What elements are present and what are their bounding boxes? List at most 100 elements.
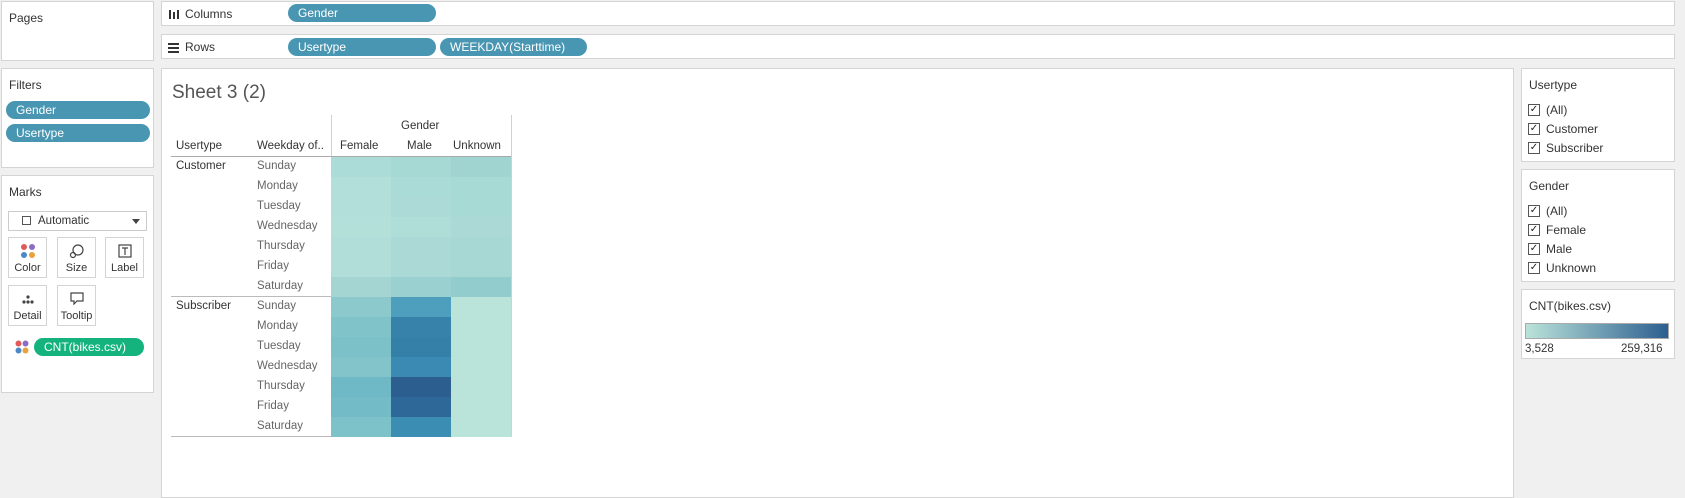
tooltip-button[interactable]: Tooltip bbox=[57, 285, 96, 326]
heatmap-cell[interactable] bbox=[331, 217, 391, 237]
heatmap-cell[interactable] bbox=[391, 197, 451, 217]
col-header-male: Male bbox=[407, 140, 432, 152]
heatmap-cell[interactable] bbox=[331, 197, 391, 217]
filter-pill-usertype[interactable]: Usertype bbox=[6, 124, 150, 142]
weekday-label: Friday bbox=[257, 400, 289, 412]
group-label-customer: Customer bbox=[176, 160, 226, 172]
heatmap-cell[interactable] bbox=[331, 377, 391, 397]
heatmap-cell[interactable] bbox=[451, 237, 511, 257]
weekday-label: Sunday bbox=[257, 160, 297, 172]
usertype-option-subscriber[interactable]: ✓ Subscriber bbox=[1528, 141, 1603, 155]
legend-min-label: 3,528 bbox=[1525, 343, 1554, 355]
columns-pill-gender[interactable]: Gender bbox=[288, 4, 436, 22]
filter-pill-gender[interactable]: Gender bbox=[6, 101, 150, 119]
weekday-header: Weekday of.. bbox=[257, 140, 324, 152]
heatmap-cell[interactable] bbox=[331, 277, 391, 297]
usertype-option-customer[interactable]: ✓ Customer bbox=[1528, 122, 1598, 136]
detail-button[interactable]: Detail bbox=[8, 285, 47, 326]
weekday-label: Sunday bbox=[257, 300, 297, 312]
label-icon bbox=[117, 244, 132, 258]
heatmap-cell[interactable] bbox=[451, 157, 511, 177]
gender-filter-title: Gender bbox=[1529, 179, 1570, 193]
color-legend-ramp[interactable] bbox=[1525, 323, 1669, 339]
marks-title: Marks bbox=[9, 185, 42, 199]
heatmap-cell[interactable] bbox=[391, 237, 451, 257]
heatmap-cell[interactable] bbox=[331, 397, 391, 417]
heatmap-cell[interactable] bbox=[331, 417, 391, 437]
size-button[interactable]: Size bbox=[57, 237, 96, 278]
heatmap-cell[interactable] bbox=[451, 377, 511, 397]
gender-option-female[interactable]: ✓ Female bbox=[1528, 223, 1586, 237]
color-icon bbox=[20, 244, 35, 258]
marks-field-pill[interactable]: CNT(bikes.csv) bbox=[34, 338, 144, 356]
heatmap-cell[interactable] bbox=[331, 177, 391, 197]
heatmap-cell[interactable] bbox=[451, 297, 511, 317]
heatmap-cell[interactable] bbox=[451, 217, 511, 237]
heatmap-cell[interactable] bbox=[391, 177, 451, 197]
heatmap-cell[interactable] bbox=[331, 237, 391, 257]
checkbox-checked-icon: ✓ bbox=[1528, 224, 1540, 236]
checkbox-checked-icon: ✓ bbox=[1528, 142, 1540, 154]
label-button[interactable]: Label bbox=[105, 237, 144, 278]
heatmap-cell[interactable] bbox=[391, 417, 451, 437]
heatmap-cell[interactable] bbox=[331, 317, 391, 337]
pages-panel[interactable]: Pages bbox=[1, 1, 154, 61]
heatmap-cell[interactable] bbox=[391, 397, 451, 417]
sheet-title: Sheet 3 (2) bbox=[172, 82, 266, 103]
heatmap-cell[interactable] bbox=[451, 197, 511, 217]
rows-pill-weekday[interactable]: WEEKDAY(Starttime) bbox=[440, 38, 587, 56]
heatmap-cell[interactable] bbox=[391, 297, 451, 317]
gender-group-header: Gender bbox=[401, 120, 440, 132]
weekday-label: Monday bbox=[257, 320, 298, 332]
checkbox-checked-icon: ✓ bbox=[1528, 243, 1540, 255]
heatmap-cell[interactable] bbox=[451, 417, 511, 437]
gender-option-unknown[interactable]: ✓ Unknown bbox=[1528, 261, 1596, 275]
group-label-subscriber: Subscriber bbox=[176, 300, 231, 312]
heatmap-cell[interactable] bbox=[391, 157, 451, 177]
heatmap-cell[interactable] bbox=[331, 357, 391, 377]
heatmap-cell[interactable] bbox=[331, 257, 391, 277]
heatmap-cell[interactable] bbox=[391, 217, 451, 237]
weekday-label: Friday bbox=[257, 260, 289, 272]
heatmap-cell[interactable] bbox=[451, 317, 511, 337]
header-divider-v bbox=[331, 115, 332, 156]
heatmap-cell[interactable] bbox=[451, 177, 511, 197]
checkbox-checked-icon: ✓ bbox=[1528, 205, 1540, 217]
gender-option-all[interactable]: ✓ (All) bbox=[1528, 204, 1567, 218]
weekday-label: Saturday bbox=[257, 420, 304, 432]
filters-title: Filters bbox=[9, 78, 42, 92]
heatmap-cell[interactable] bbox=[451, 397, 511, 417]
heatmap-cell[interactable] bbox=[331, 297, 391, 317]
rows-icon bbox=[168, 42, 179, 53]
heatmap-cell[interactable] bbox=[331, 337, 391, 357]
color-button[interactable]: Color bbox=[8, 237, 47, 278]
rows-pill-usertype[interactable]: Usertype bbox=[288, 38, 436, 56]
checkbox-checked-icon: ✓ bbox=[1528, 262, 1540, 274]
checkbox-checked-icon: ✓ bbox=[1528, 104, 1540, 116]
weekday-label: Wednesday bbox=[257, 360, 318, 372]
heatmap-cell[interactable] bbox=[391, 377, 451, 397]
weekday-label: Thursday bbox=[257, 240, 305, 252]
heatmap-cell[interactable] bbox=[451, 257, 511, 277]
heatmap-cell[interactable] bbox=[391, 357, 451, 377]
gender-option-male[interactable]: ✓ Male bbox=[1528, 242, 1572, 256]
heatmap-cell[interactable] bbox=[391, 277, 451, 297]
legend-max-label: 259,316 bbox=[1621, 343, 1663, 355]
heatmap-cell[interactable] bbox=[391, 257, 451, 277]
heatmap-cell[interactable] bbox=[391, 337, 451, 357]
heatmap-cell[interactable] bbox=[331, 157, 391, 177]
heatmap-cell[interactable] bbox=[391, 317, 451, 337]
weekday-label: Monday bbox=[257, 180, 298, 192]
mark-type-icon bbox=[22, 216, 31, 225]
right-divider bbox=[511, 115, 512, 437]
marks-panel: Marks bbox=[1, 175, 154, 393]
heatmap-cell[interactable] bbox=[451, 357, 511, 377]
usertype-filter-title: Usertype bbox=[1529, 78, 1578, 92]
heatmap-cell[interactable] bbox=[451, 277, 511, 297]
weekday-label: Wednesday bbox=[257, 220, 318, 232]
heatmap-cell[interactable] bbox=[451, 337, 511, 357]
usertype-option-all[interactable]: ✓ (All) bbox=[1528, 103, 1567, 117]
detail-icon bbox=[21, 295, 34, 304]
col-header-female: Female bbox=[340, 140, 379, 152]
mark-type-dropdown[interactable]: Automatic bbox=[8, 211, 147, 231]
